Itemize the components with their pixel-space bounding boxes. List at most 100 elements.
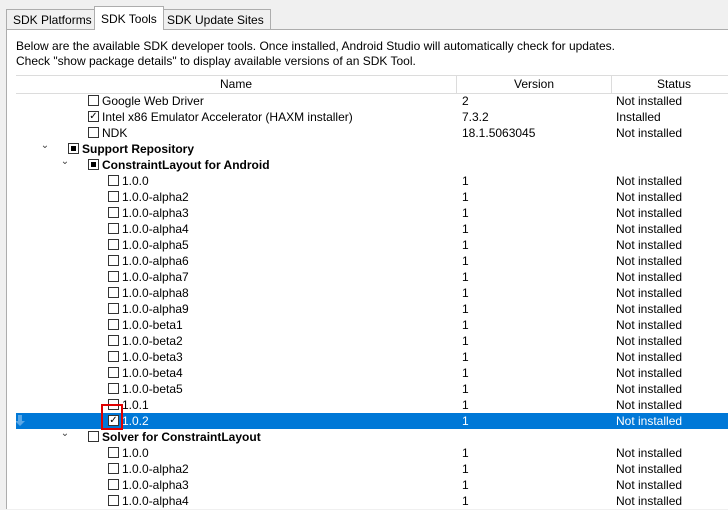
package-checkbox[interactable]: ✓	[108, 415, 119, 426]
table-row[interactable]: ✓ Intel x86 Emulator Accelerator (HAXM in…	[16, 109, 728, 125]
package-checkbox[interactable]	[108, 303, 119, 314]
status-cell: Not installed	[616, 414, 683, 428]
table-row[interactable]: 1.0.0-alpha8 1 Not installed	[16, 285, 728, 301]
table-row[interactable]: 1.0.0-alpha7 1 Not installed	[16, 269, 728, 285]
status-cell: Not installed	[616, 350, 683, 364]
package-name: 1.0.0-alpha2	[122, 190, 189, 204]
version-cell: 1	[462, 366, 469, 380]
package-checkbox[interactable]	[108, 495, 119, 506]
package-name: 1.0.0-alpha4	[122, 222, 189, 236]
package-checkbox[interactable]	[108, 175, 119, 186]
package-checkbox[interactable]	[108, 223, 119, 234]
package-checkbox[interactable]	[108, 191, 119, 202]
version-cell: 1	[462, 238, 469, 252]
table-row[interactable]: 1.0.0-beta2 1 Not installed	[16, 333, 728, 349]
table-row[interactable]: 1.0.0-alpha4 1 Not installed	[16, 493, 728, 509]
table-row[interactable]: 1.0.0-beta4 1 Not installed	[16, 365, 728, 381]
package-checkbox[interactable]	[108, 383, 119, 394]
package-checkbox[interactable]	[108, 463, 119, 474]
version-cell: 1	[462, 462, 469, 476]
package-checkbox[interactable]	[108, 255, 119, 266]
tab-sdk-tools[interactable]: SDK Tools	[94, 6, 164, 30]
package-checkbox[interactable]	[108, 319, 119, 330]
package-name: 1.0.0-alpha7	[122, 270, 189, 284]
table-row[interactable]: ⌄ Solver for ConstraintLayout	[16, 429, 728, 445]
table-row[interactable]: Google Web Driver 2 Not installed	[16, 93, 728, 109]
column-header-version[interactable]: Version	[457, 76, 612, 93]
table-row[interactable]: 1.0.0 1 Not installed	[16, 173, 728, 189]
tab-sdk-update-sites[interactable]: SDK Update Sites	[160, 9, 271, 30]
status-cell: Not installed	[616, 462, 683, 476]
package-checkbox[interactable]	[88, 95, 99, 106]
package-checkbox[interactable]	[108, 351, 119, 362]
package-name: NDK	[102, 126, 128, 140]
version-cell: 1	[462, 350, 469, 364]
package-name: 1.0.0-beta1	[122, 318, 183, 332]
package-name: 1.0.0	[122, 174, 149, 188]
table-row[interactable]: 1.0.0-alpha6 1 Not installed	[16, 253, 728, 269]
package-name: 1.0.0-beta5	[122, 382, 183, 396]
package-checkbox[interactable]	[108, 399, 119, 410]
version-cell: 1	[462, 222, 469, 236]
status-cell: Not installed	[616, 302, 683, 316]
table-row[interactable]: 1.0.1 1 Not installed	[16, 397, 728, 413]
package-name: Intel x86 Emulator Accelerator (HAXM ins…	[102, 110, 353, 124]
table-row[interactable]: 1.0.0-alpha3 1 Not installed	[16, 477, 728, 493]
status-cell: Installed	[616, 110, 661, 124]
package-name: 1.0.0-alpha5	[122, 238, 189, 252]
version-cell: 1	[462, 190, 469, 204]
table-row[interactable]: 1.0.0-alpha2 1 Not installed	[16, 461, 728, 477]
table-row[interactable]: 1.0.0-alpha9 1 Not installed	[16, 301, 728, 317]
package-name: 1.0.0-alpha2	[122, 462, 189, 476]
version-cell: 1	[462, 286, 469, 300]
package-checkbox[interactable]	[108, 287, 119, 298]
package-checkbox[interactable]	[108, 479, 119, 490]
package-checkbox[interactable]	[88, 159, 99, 170]
table-row[interactable]: ⌄ ConstraintLayout for Android	[16, 157, 728, 173]
table-row[interactable]: 1.0.0-beta1 1 Not installed	[16, 317, 728, 333]
table-row[interactable]: 1.0.0-beta5 1 Not installed	[16, 381, 728, 397]
chevron-down-icon[interactable]: ⌄	[60, 429, 70, 439]
package-name: 1.0.1	[122, 398, 149, 412]
table-row[interactable]: NDK 18.1.5063045 Not installed	[16, 125, 728, 141]
column-header-status[interactable]: Status	[612, 76, 728, 93]
package-checkbox[interactable]	[68, 143, 79, 154]
status-cell: Not installed	[616, 270, 683, 284]
description-line-1: Below are the available SDK developer to…	[16, 39, 615, 53]
package-name: 1.0.0-beta2	[122, 334, 183, 348]
table-row[interactable]: 1.0.0 1 Not installed	[16, 445, 728, 461]
package-name: 1.0.0-alpha4	[122, 494, 189, 508]
table-row[interactable]: ⌄ Support Repository	[16, 141, 728, 157]
package-checkbox[interactable]	[108, 367, 119, 378]
sdk-tools-table[interactable]: Google Web Driver 2 Not installed ✓ Intel x8…	[16, 93, 728, 510]
package-checkbox[interactable]	[108, 207, 119, 218]
package-checkbox[interactable]	[88, 431, 99, 442]
download-arrow-icon	[16, 415, 25, 426]
status-cell: Not installed	[616, 174, 683, 188]
version-cell: 1	[462, 334, 469, 348]
package-checkbox[interactable]	[108, 447, 119, 458]
version-cell: 2	[462, 94, 469, 108]
version-cell: 1	[462, 174, 469, 188]
package-name: 1.0.0-alpha8	[122, 286, 189, 300]
table-row[interactable]: ✓ 1.0.2 1 Not installed	[16, 413, 728, 429]
version-cell: 1	[462, 478, 469, 492]
table-row[interactable]: 1.0.0-beta3 1 Not installed	[16, 349, 728, 365]
table-row[interactable]: 1.0.0-alpha4 1 Not installed	[16, 221, 728, 237]
package-checkbox[interactable]: ✓	[88, 111, 99, 122]
package-checkbox[interactable]	[88, 127, 99, 138]
status-cell: Not installed	[616, 190, 683, 204]
table-row[interactable]: 1.0.0-alpha5 1 Not installed	[16, 237, 728, 253]
table-row[interactable]: 1.0.0-alpha3 1 Not installed	[16, 205, 728, 221]
column-header-name[interactable]: Name	[16, 76, 457, 93]
sdk-tools-panel: Below are the available SDK developer to…	[6, 29, 728, 509]
package-checkbox[interactable]	[108, 335, 119, 346]
chevron-down-icon[interactable]: ⌄	[60, 157, 70, 167]
package-checkbox[interactable]	[108, 271, 119, 282]
package-checkbox[interactable]	[108, 239, 119, 250]
chevron-down-icon[interactable]: ⌄	[40, 141, 50, 151]
tab-sdk-platforms[interactable]: SDK Platforms	[6, 9, 99, 30]
status-cell: Not installed	[616, 318, 683, 332]
status-cell: Not installed	[616, 238, 683, 252]
table-row[interactable]: 1.0.0-alpha2 1 Not installed	[16, 189, 728, 205]
